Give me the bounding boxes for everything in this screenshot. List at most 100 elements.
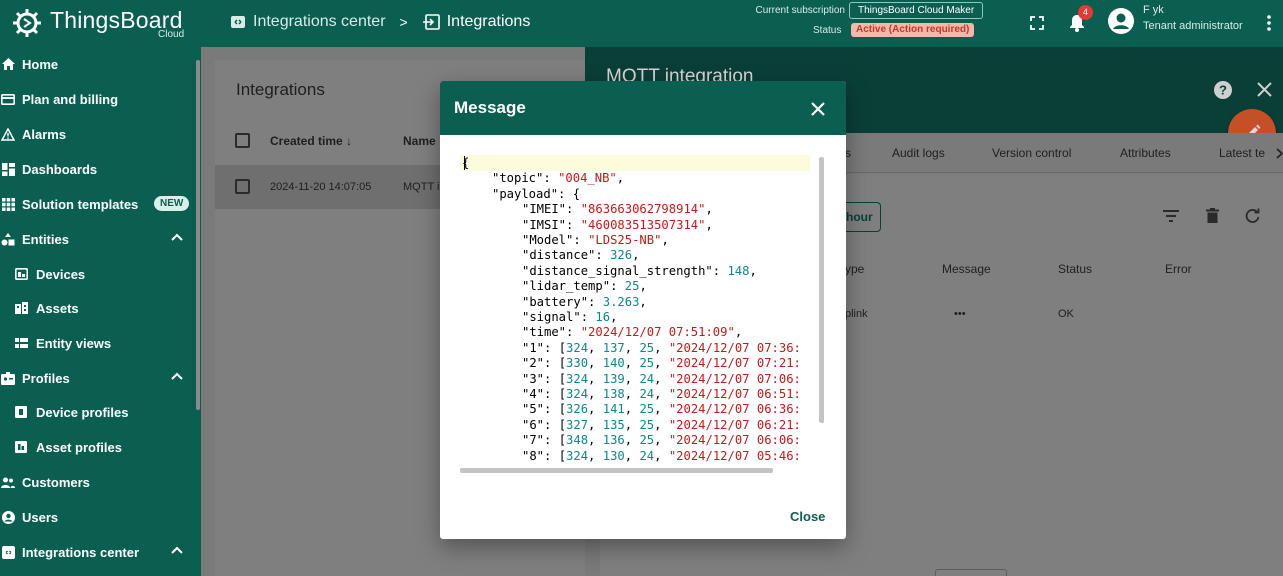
home-icon xyxy=(1,57,15,71)
sidebar-item-home[interactable]: Home xyxy=(0,47,201,81)
vertical-scrollbar[interactable] xyxy=(819,157,824,423)
chevron-right-icon xyxy=(1276,148,1283,159)
user-role: Tenant administrator xyxy=(1143,20,1243,32)
dialog-close-button[interactable] xyxy=(806,97,830,121)
breadcrumb-integrations-center[interactable]: Integrations center xyxy=(230,13,386,31)
column-created-time[interactable]: Created time ↓ xyxy=(270,134,352,148)
device-profile-icon xyxy=(14,405,28,419)
top-bar: ThingsBoard Cloud Integrations center > … xyxy=(0,0,1283,47)
help-button[interactable]: ? xyxy=(1213,80,1233,105)
sidebar-item-integrations-center[interactable]: Integrations center xyxy=(0,535,201,569)
pagination-control[interactable] xyxy=(935,569,1007,576)
sidebar-item-entity-views[interactable]: Entity views xyxy=(0,326,201,360)
notification-count-badge: 4 xyxy=(1078,5,1093,20)
close-button[interactable]: Close xyxy=(784,505,831,528)
sidebar-item-assets[interactable]: Assets xyxy=(0,291,201,325)
json-line: "topic": "004_NB", xyxy=(492,171,625,186)
sidebar-item-label: Entity views xyxy=(36,335,112,351)
sidebar-item-device-profiles[interactable]: Device profiles xyxy=(0,395,201,429)
json-line: "IMEI": "863663062798914", xyxy=(522,202,713,217)
json-line: "time": "2024/12/07 07:51:09", xyxy=(522,325,743,340)
tab-attributes[interactable]: Attributes xyxy=(1120,146,1171,160)
sidebar-item-profiles[interactable]: Profiles xyxy=(0,361,201,395)
sidebar-item-devices[interactable]: Devices xyxy=(0,257,201,291)
tabs-scroll-right-button[interactable] xyxy=(1276,146,1283,164)
dialog-header: Message xyxy=(440,81,846,135)
row-created-time: 2024-11-20 14:07:05 xyxy=(270,181,372,193)
new-badge: NEW xyxy=(154,196,190,211)
json-line: { xyxy=(462,156,470,170)
sidebar-item-dashboards[interactable]: Dashboards xyxy=(0,152,201,186)
sidebar-item-label: Home xyxy=(22,56,59,72)
asset-profile-icon xyxy=(14,440,28,454)
sidebar-item-label: Alarms xyxy=(22,126,67,142)
sidebar-item-label: Solution templates xyxy=(22,196,139,212)
sidebar-item-label: Dashboards xyxy=(22,161,98,177)
json-line: "8": [324, 130, 24, "2024/12/07 05:46: xyxy=(522,448,801,463)
tab-audit-logs[interactable]: Audit logs xyxy=(892,146,945,160)
json-line: "1": [324, 137, 25, "2024/12/07 07:36: xyxy=(522,340,801,355)
event-type: plink xyxy=(845,308,868,320)
sidebar-item-customers[interactable]: Customers xyxy=(0,465,201,499)
fullscreen-button[interactable] xyxy=(1024,10,1050,36)
integrations-icon xyxy=(422,14,440,30)
help-icon: ? xyxy=(1214,81,1232,99)
json-line: "distance": 326, xyxy=(522,248,640,263)
column-type: ype xyxy=(845,262,865,276)
filter-icon xyxy=(1163,210,1179,222)
chevron-up-icon xyxy=(171,546,183,554)
logo-gear-icon xyxy=(13,9,41,37)
sidebar-item-label: Device profiles xyxy=(36,404,129,420)
chevron-up-icon xyxy=(171,233,183,241)
arrow-down-icon: ↓ xyxy=(346,134,353,148)
filter-button[interactable] xyxy=(1163,209,1179,227)
tab-latest-telemetry[interactable]: Latest te xyxy=(1219,146,1265,160)
sidebar-item-label: Users xyxy=(22,509,59,525)
delete-button[interactable] xyxy=(1206,208,1219,228)
integrations-center-icon xyxy=(231,16,245,28)
column-label: Created time xyxy=(270,134,343,148)
tab-version-control[interactable]: Version control xyxy=(992,146,1071,160)
sidebar-item-label: Integrations center xyxy=(22,544,140,560)
breadcrumb-integrations[interactable]: Integrations xyxy=(422,13,530,31)
trash-icon xyxy=(1206,208,1219,223)
close-icon xyxy=(811,102,825,116)
json-viewer[interactable]: {"topic": "004_NB", "payload": {"IMEI": "… xyxy=(460,155,826,473)
sidebar-item-asset-profiles[interactable]: Asset profiles xyxy=(0,430,201,464)
column-name[interactable]: Name xyxy=(403,134,436,148)
row-checkbox[interactable] xyxy=(235,179,250,194)
json-line: "5": [326, 141, 25, "2024/12/07 06:36: xyxy=(522,402,801,417)
sidebar-item-solution-templates[interactable]: Solution templates NEW xyxy=(0,187,201,221)
subscription-plan[interactable]: ThingsBoard Cloud Maker xyxy=(849,2,984,19)
sidebar-item-label: Assets xyxy=(36,300,79,316)
user-avatar[interactable] xyxy=(1106,6,1136,36)
entity-view-icon xyxy=(14,336,28,350)
json-line: "IMSI": "460083513507314", xyxy=(522,217,713,232)
json-line: "Model": "LDS25-NB", xyxy=(522,233,669,247)
close-detail-button[interactable] xyxy=(1257,82,1272,102)
horizontal-scrollbar[interactable] xyxy=(460,468,773,473)
sidebar-item-users[interactable]: Users xyxy=(0,500,201,534)
sidebar-item-entities[interactable]: Entities xyxy=(0,222,201,256)
status-badge[interactable]: Active (Action required) xyxy=(851,23,975,37)
user-name: F yk xyxy=(1143,4,1164,16)
json-line: "signal": 16, xyxy=(522,310,618,324)
thingsboard-logo[interactable]: ThingsBoard Cloud xyxy=(10,5,200,41)
json-line: "2": [330, 140, 25, "2024/12/07 07:21: xyxy=(522,356,801,371)
json-line: "battery": 3.263, xyxy=(522,294,647,309)
notifications-button[interactable]: 4 xyxy=(1064,5,1093,36)
row-name: MQTT i xyxy=(403,181,440,193)
integrations-center-icon xyxy=(1,545,15,559)
sidebar-item-alarms[interactable]: Alarms xyxy=(0,117,201,151)
entities-icon xyxy=(1,232,15,246)
message-more-button[interactable]: ••• xyxy=(954,308,966,320)
device-icon xyxy=(14,267,28,281)
json-line: "7": [348, 136, 25, "2024/12/07 06:06: xyxy=(522,433,801,448)
sidebar-item-plan-and-billing[interactable]: Plan and billing xyxy=(0,82,201,116)
sidebar-item-label: Devices xyxy=(36,266,86,282)
refresh-button[interactable] xyxy=(1245,208,1260,228)
more-menu-button[interactable] xyxy=(1256,10,1282,36)
users-icon xyxy=(1,510,15,524)
sidebar-item-label: Plan and billing xyxy=(22,91,119,107)
select-all-checkbox[interactable] xyxy=(235,133,250,148)
